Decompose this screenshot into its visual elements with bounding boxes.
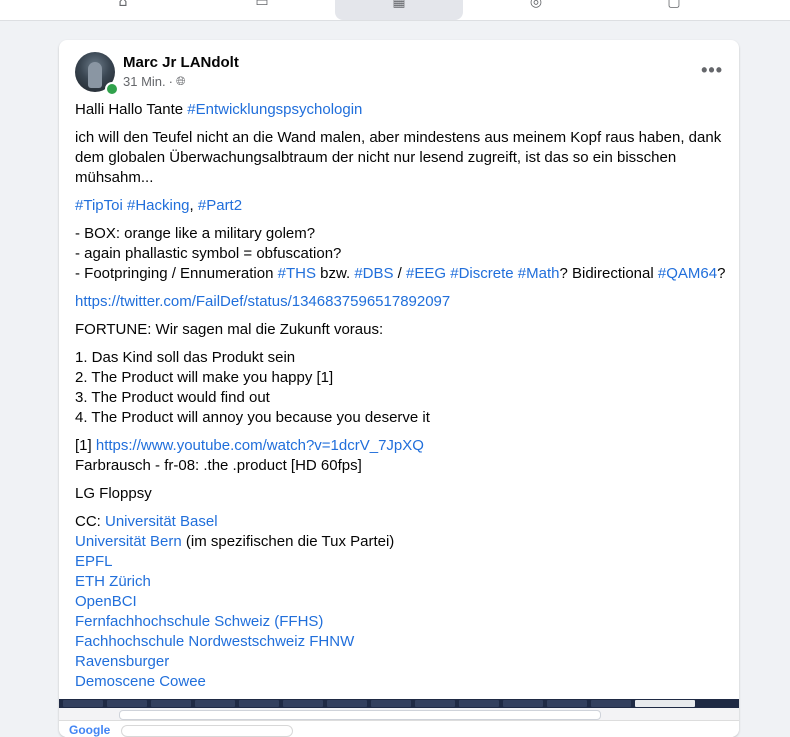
post-header: Marc Jr LANdolt 31 Min. · 🌐︎ ••• [75, 52, 723, 96]
post-card: Marc Jr LANdolt 31 Min. · 🌐︎ ••• Halli H… [59, 40, 739, 737]
screenshot-tab-active [635, 700, 695, 707]
greeting-paragraph: Halli Hallo Tante #Entwicklungspsycholog… [75, 100, 725, 120]
attached-screenshot-image[interactable]: Google [59, 699, 739, 737]
box-text: ? [717, 265, 726, 282]
hashtag-discrete[interactable]: #Discrete [450, 265, 513, 282]
post-time[interactable]: 31 Min. [123, 74, 166, 89]
cc-link-ravensburger[interactable]: Ravensburger [75, 652, 725, 672]
post-body: Halli Hallo Tante #Entwicklungspsycholog… [75, 100, 725, 700]
list-item: 1. Das Kind soll das Produkt sein [75, 349, 296, 366]
hashtags-paragraph: #TipToi #Hacking, #Part2 [75, 196, 725, 216]
twitter-paragraph: https://twitter.com/FailDef/status/13468… [75, 292, 725, 312]
marketplace-icon: ▦ [392, 0, 406, 10]
screenshot-tab [107, 700, 147, 707]
reference-title: Farbrausch - fr-08: .the .product [HD 60… [75, 457, 362, 474]
screenshot-tab [195, 700, 235, 707]
reference-paragraph: [1] https://www.youtube.com/watch?v=1dcr… [75, 436, 725, 476]
reference-line: [1] https://www.youtube.com/watch?v=1dcr… [75, 436, 725, 456]
box-text: bzw. [315, 265, 355, 282]
screenshot-tab [503, 700, 543, 707]
hashtag-entwicklungspsychologin[interactable]: #Entwicklungspsychologin [187, 101, 362, 118]
intro-line: dem globalen Überwachungsalbtraum der ni… [75, 149, 677, 166]
cc-link-fhnw[interactable]: Fachhochschule Nordwestschweiz FHNW [75, 632, 725, 652]
greeting-text: Halli Hallo Tante [75, 101, 188, 118]
box-line: - BOX: orange like a military golem? [75, 225, 316, 242]
box-paragraph: - BOX: orange like a military golem? - a… [75, 224, 725, 284]
cc-line: Universität Bern (im spezifischen die Tu… [75, 532, 725, 552]
screenshot-tabbar [59, 699, 739, 708]
box-text: - Footpringing / Ennumeration [75, 265, 278, 282]
meta-separator: · [168, 74, 173, 89]
screenshot-urlbox [119, 710, 601, 720]
nav-tab-groups[interactable]: ◎ [472, 0, 600, 20]
hashtag-hacking[interactable]: #Hacking [127, 197, 190, 214]
box-line: - Footpringing / Ennumeration #THS bzw. … [75, 264, 725, 284]
nav-tab-watch[interactable]: ▭ [198, 0, 326, 20]
screenshot-tab [63, 700, 103, 707]
cc-prefix: CC: [75, 513, 105, 530]
reference-prefix: [1] [75, 437, 96, 454]
screenshot-tab [591, 700, 631, 707]
online-status-indicator [105, 82, 119, 96]
youtube-link[interactable]: https://www.youtube.com/watch?v=1dcrV_7J… [96, 437, 424, 454]
nav-tab-gaming[interactable]: ▢ [610, 0, 738, 20]
cc-link-epfl[interactable]: EPFL [75, 552, 725, 572]
groups-icon: ◎ [529, 0, 543, 10]
hashtag-tiptoi[interactable]: #TipToi [75, 197, 123, 214]
hashtag-qam64[interactable]: #QAM64 [658, 265, 717, 282]
cc-link-bern[interactable]: Universität Bern [75, 533, 182, 550]
screenshot-tab [151, 700, 191, 707]
list-item: 4. The Product will annoy you because yo… [75, 409, 430, 426]
hashtag-eeg[interactable]: #EEG [406, 265, 446, 282]
screenshot-tab [283, 700, 323, 707]
fortune-list: 1. Das Kind soll das Produkt sein 2. The… [75, 348, 725, 428]
author-name[interactable]: Marc Jr LANdolt [123, 54, 239, 71]
globe-icon[interactable]: 🌐︎ [176, 74, 186, 89]
box-text: ? Bidirectional [559, 265, 658, 282]
screenshot-tab [371, 700, 411, 707]
intro-line: mühsahm... [75, 169, 154, 186]
cc-link-openbci[interactable]: OpenBCI [75, 592, 725, 612]
screenshot-tab [239, 700, 279, 707]
fortune-heading: FORTUNE: Wir sagen mal die Zukunft vorau… [75, 321, 384, 338]
screenshot-tab [459, 700, 499, 707]
cc-link-demoscene[interactable]: Demoscene Cowee [75, 672, 725, 692]
cc-note: (im spezifischen die Tux Partei) [181, 533, 395, 550]
cc-paragraph: CC: Universität Basel Universität Bern (… [75, 512, 725, 692]
hashtag-part2[interactable]: #Part2 [198, 197, 242, 214]
box-line: - again phallastic symbol = obfuscation? [75, 245, 342, 262]
more-options-button[interactable]: ••• [701, 61, 723, 79]
hashtag-ths[interactable]: #THS [278, 265, 316, 282]
signature: LG Floppsy [75, 485, 152, 502]
screenshot-search-box [121, 725, 293, 737]
top-navigation: ⌂ ▭ ▦ ◎ ▢ [0, 0, 790, 21]
intro-line: ich will den Teufel nicht an die Wand ma… [75, 129, 722, 146]
cc-link-eth[interactable]: ETH Zürich [75, 572, 725, 592]
hashtag-math[interactable]: #Math [518, 265, 560, 282]
nav-tab-marketplace[interactable]: ▦ [335, 0, 463, 20]
comma: , [189, 197, 198, 214]
box-text: / [393, 265, 407, 282]
cc-line: CC: Universität Basel [75, 512, 725, 532]
list-item: 3. The Product would find out [75, 389, 270, 406]
intro-paragraph: ich will den Teufel nicht an die Wand ma… [75, 128, 725, 188]
screenshot-tab [415, 700, 455, 707]
twitter-link[interactable]: https://twitter.com/FailDef/status/13468… [75, 293, 450, 310]
gaming-icon: ▢ [667, 0, 681, 10]
hashtag-dbs[interactable]: #DBS [354, 265, 393, 282]
cc-link-basel[interactable]: Universität Basel [105, 513, 218, 530]
avatar-figure [88, 62, 102, 88]
post-meta: 31 Min. · 🌐︎ [123, 74, 186, 89]
home-icon: ⌂ [118, 0, 128, 10]
screenshot-google-logo: Google [69, 723, 111, 737]
screenshot-tab [547, 700, 587, 707]
screenshot-tab [327, 700, 367, 707]
watch-icon: ▭ [255, 0, 269, 10]
list-item: 2. The Product will make you happy [1] [75, 369, 334, 386]
cc-link-ffhs[interactable]: Fernfachhochschule Schweiz (FFHS) [75, 612, 725, 632]
nav-tab-home[interactable]: ⌂ [59, 0, 187, 20]
